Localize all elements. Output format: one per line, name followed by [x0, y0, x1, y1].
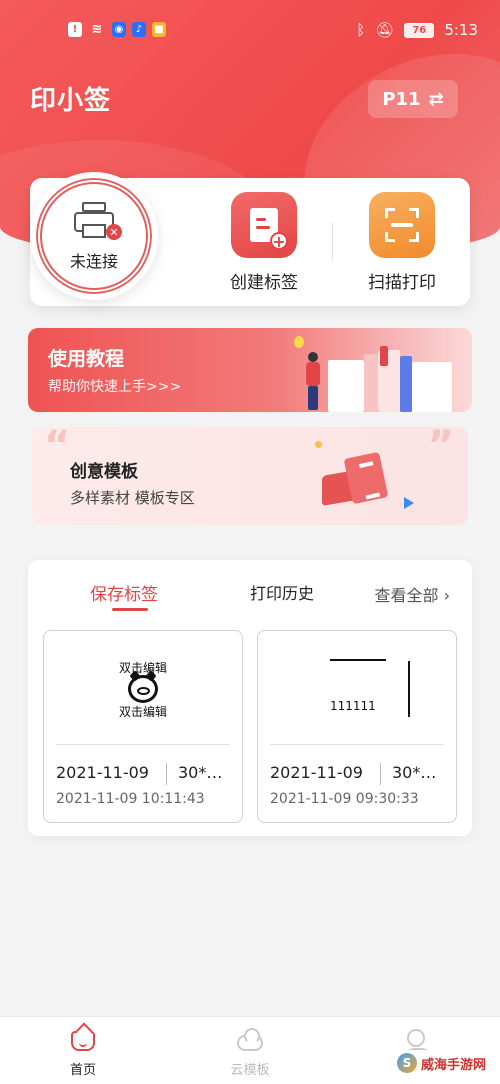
label-date: 2021-11-09 [270, 763, 363, 782]
app-title: 印小签 [30, 86, 112, 116]
label-timestamp: 2021-11-09 09:30:33 [270, 791, 419, 807]
tutorial-banner[interactable]: 使用教程 帮助你快速上手>>> [28, 328, 472, 412]
label-card[interactable]: 双击编辑 双击编辑 2021-11-09 30*… 2021-11-09 10:… [43, 630, 243, 823]
label-size: 30*… [392, 763, 437, 782]
nav-home-label: 首页 [69, 1063, 96, 1078]
me-icon [403, 1029, 433, 1060]
chevron-right-icon: › [443, 586, 450, 605]
connect-printer-button[interactable]: ✕ 未连接 [30, 172, 158, 300]
app-blue2-icon: ♪ [132, 22, 146, 37]
mute-icon: 🔕︎ [375, 21, 395, 39]
printer-disconnected-icon: ✕ [72, 200, 122, 240]
active-tab-indicator [112, 608, 148, 611]
quote-close-icon: ” [427, 427, 454, 469]
scan-print-text: 扫描打印 [368, 273, 436, 293]
play-decoration-icon [404, 497, 414, 509]
preview-text-top: 双击编辑 [118, 661, 167, 675]
divider [332, 222, 333, 262]
create-label-icon: + [231, 192, 297, 258]
printer-switch-button[interactable]: P11 ⇄ [368, 80, 458, 118]
dot-decoration [315, 441, 322, 448]
status-bar: ! ≋ ◉ ♪ ■ ᛒ 🔕︎ 76 5:13 [0, 0, 500, 60]
creative-title: 创意模板 [70, 462, 138, 482]
tutorial-subtitle: 帮助你快速上手>>> [48, 379, 182, 395]
battery-icon: 76 [404, 22, 435, 38]
view-all-label: 查看全部 [374, 586, 439, 605]
nav-cloud-templates[interactable]: 云模板 [210, 1027, 290, 1078]
scan-icon [369, 192, 435, 258]
watermark: S 威海手游网 [392, 1050, 494, 1076]
tutorial-title: 使用教程 [48, 348, 125, 370]
preview-text: 111111 [330, 699, 376, 713]
creative-subtitle: 多样素材 模板专区 [70, 489, 195, 507]
create-label-text: 创建标签 [230, 273, 298, 293]
nav-cloud-label: 云模板 [230, 1063, 270, 1078]
creative-template-banner[interactable]: “ ” 创意模板 多样素材 模板专区 [32, 427, 468, 525]
status-time: 5:13 [444, 21, 478, 39]
label-card[interactable]: 111111 2021-11-09 30*… 2021-11-09 09:30:… [257, 630, 457, 823]
alert-icon: ! [68, 22, 82, 37]
template-icon [322, 451, 389, 506]
pig-icon [128, 670, 158, 703]
app-blue-icon: ◉ [112, 22, 126, 37]
nav-home[interactable]: 首页 [43, 1027, 123, 1078]
tab-saved-labels[interactable]: 保存标签 [90, 580, 158, 605]
label-preview: 111111 [258, 631, 456, 743]
view-all-link[interactable]: 查看全部 › [374, 582, 450, 606]
printer-model: P11 [382, 88, 421, 110]
lightbulb-icon [294, 336, 304, 348]
wifi-icon: ≋ [91, 22, 103, 37]
books-illustration [318, 342, 458, 412]
connect-status-label: 未连接 [69, 252, 118, 271]
bluetooth-icon: ᛒ [356, 21, 366, 39]
scan-print-button[interactable]: 扫描打印 [347, 192, 457, 293]
quote-open-icon: “ [44, 427, 71, 469]
cloud-icon [237, 1028, 263, 1051]
tab-print-history[interactable]: 打印历史 [250, 580, 314, 604]
preview-text-bottom: 双击编辑 [118, 705, 167, 719]
watermark-text: 威海手游网 [420, 1057, 486, 1073]
app-yellow-icon: ■ [152, 22, 166, 37]
switch-icon: ⇄ [428, 88, 444, 110]
label-timestamp: 2021-11-09 10:11:43 [56, 791, 205, 807]
label-preview: 双击编辑 双击编辑 [44, 631, 242, 743]
label-date: 2021-11-09 [56, 763, 149, 782]
create-label-button[interactable]: + 创建标签 [209, 192, 319, 293]
home-icon [71, 1031, 95, 1051]
watermark-logo: S [396, 1053, 417, 1073]
label-size: 30*… [178, 763, 223, 782]
